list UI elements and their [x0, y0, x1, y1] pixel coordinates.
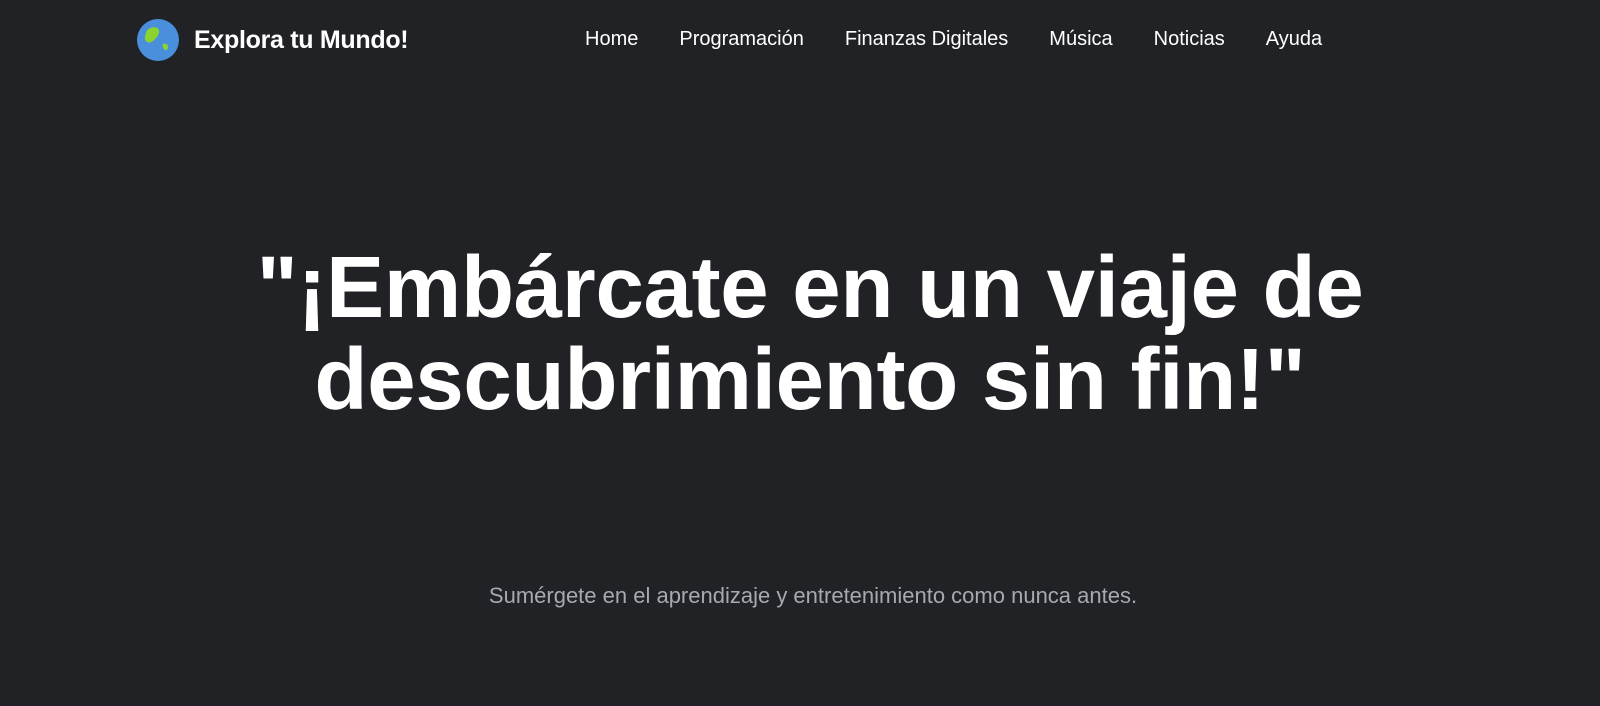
nav-link-finanzas-digitales[interactable]: Finanzas Digitales: [845, 28, 1008, 50]
nav-link-home[interactable]: Home: [585, 28, 638, 50]
nav-link-noticias[interactable]: Noticias: [1154, 28, 1225, 50]
brand-name: Explora tu Mundo!: [194, 25, 409, 54]
brand-link[interactable]: Explora tu Mundo!: [137, 19, 409, 61]
nav-item-ayuda: Ayuda: [1266, 26, 1322, 52]
nav-link-programacion[interactable]: Programación: [679, 28, 804, 50]
nav-link-musica[interactable]: Música: [1049, 28, 1112, 50]
hero-title: "¡Embárcate en un viaje de descubrimient…: [256, 239, 1364, 428]
navbar: Explora tu Mundo! Home Programación Fina…: [0, 0, 1600, 80]
main-nav: Home Programación Finanzas Digitales Mús…: [585, 26, 1322, 52]
nav-item-programacion: Programación: [679, 26, 804, 52]
globe-icon: [137, 19, 179, 61]
nav-item-finanzas-digitales: Finanzas Digitales: [845, 26, 1008, 52]
nav-link-ayuda[interactable]: Ayuda: [1266, 28, 1322, 50]
nav-item-home: Home: [585, 26, 638, 52]
hero-subtitle: Sumérgete en el aprendizaje y entretenim…: [488, 583, 1138, 608]
nav-item-noticias: Noticias: [1154, 26, 1225, 52]
nav-item-musica: Música: [1049, 26, 1112, 52]
